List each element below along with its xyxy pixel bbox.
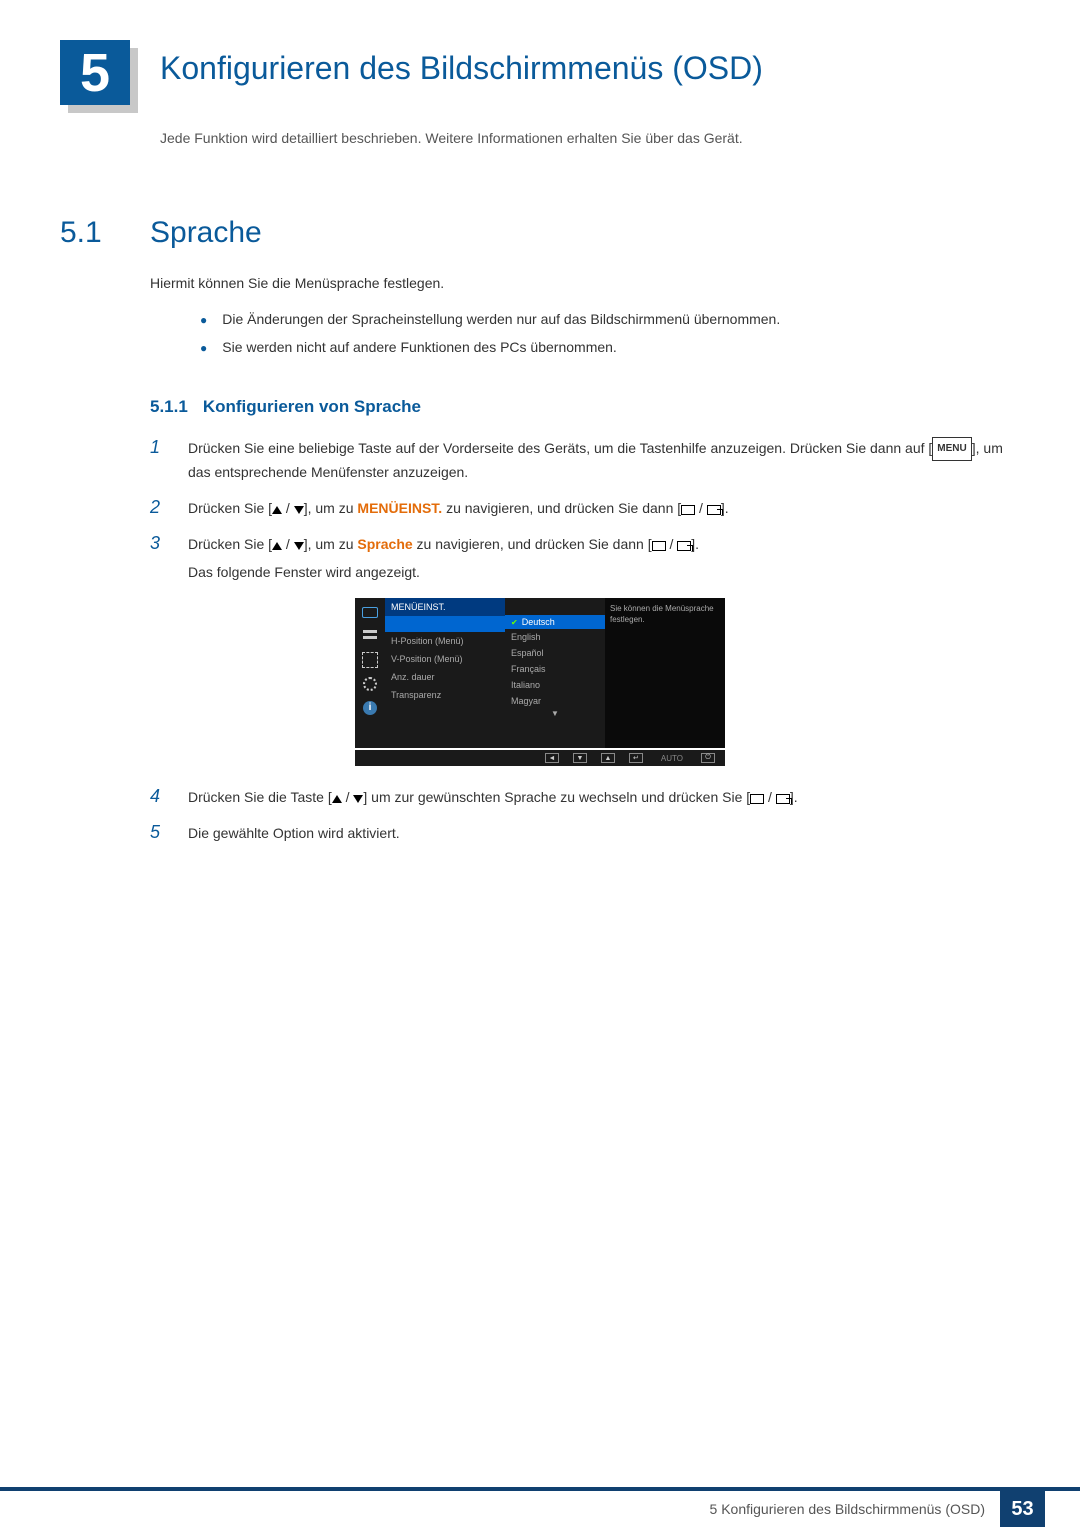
osd-menu-header: MENÜEINST. (385, 598, 505, 616)
step-3-extra: Das folgende Fenster wird angezeigt. (188, 561, 699, 583)
up-icon (272, 542, 282, 550)
osd-language-column: Deutsch English Español Français Italian… (505, 598, 605, 748)
bullet-text: Die Änderungen der Spracheinstellung wer… (222, 311, 780, 329)
section-header: 5.1 Sprache (60, 216, 1020, 250)
osd-selected-row (385, 616, 505, 632)
step-text: Drücken Sie [ / ], um zu MENÜEINST. zu n… (188, 497, 729, 519)
osd-menu-item: H-Position (Menü) (385, 632, 505, 650)
subsection-number: 5.1.1 (150, 397, 188, 417)
arrows-icon (361, 652, 379, 668)
source-icon (681, 505, 695, 515)
enter-icon (707, 505, 721, 515)
bullet-icon: ● (200, 311, 207, 329)
bullet-text: Sie werden nicht auf andere Funktionen d… (222, 339, 617, 357)
step-4: 4 Drücken Sie die Taste [ / ] um zur gew… (150, 786, 1020, 808)
down-icon (353, 795, 363, 803)
content-area: 5 Konfigurieren des Bildschirmmenüs (OSD… (0, 0, 1080, 844)
chapter-badge: 5 (60, 40, 140, 115)
enter-icon (776, 794, 790, 804)
subsection-title: Konfigurieren von Sprache (203, 397, 421, 417)
up-icon (272, 506, 282, 514)
bullet-icon: ● (200, 339, 207, 357)
bullet-item: ● Sie werden nicht auf andere Funktionen … (150, 339, 1020, 357)
manual-page: 5 Konfigurieren des Bildschirmmenüs (OSD… (0, 0, 1080, 1527)
step-2: 2 Drücken Sie [ / ], um zu MENÜEINST. zu… (150, 497, 1020, 519)
bullet-item: ● Die Änderungen der Spracheinstellung we… (150, 311, 1020, 329)
osd-menu-item: V-Position (Menü) (385, 650, 505, 668)
nav-down-icon: ▼ (573, 753, 587, 763)
step-5: 5 Die gewählte Option wird aktiviert. (150, 822, 1020, 844)
footer-text: 5 Konfigurieren des Bildschirmmenüs (OSD… (710, 1501, 1000, 1517)
down-icon (294, 506, 304, 514)
step-number: 1 (150, 437, 168, 483)
chapter-title: Konfigurieren des Bildschirmmenüs (OSD) (160, 40, 763, 87)
nav-left-icon: ◄ (545, 753, 559, 763)
step-number: 4 (150, 786, 168, 808)
page-footer: 5 Konfigurieren des Bildschirmmenüs (OSD… (0, 1487, 1080, 1527)
menu-key-icon: MENU (932, 437, 971, 461)
section-body: Hiermit können Sie die Menüsprache festl… (150, 275, 1020, 357)
info-icon: i (361, 700, 379, 716)
osd-icon-rail: i (355, 598, 385, 748)
osd-language-item: Italiano (505, 677, 605, 693)
osd-window: i MENÜEINST. H-Position (Menü) V-Positio… (355, 598, 725, 748)
bullet-list: ● Die Änderungen der Spracheinstellung we… (150, 311, 1020, 357)
osd-menu-column: MENÜEINST. H-Position (Menü) V-Position … (385, 598, 505, 748)
step-number: 5 (150, 822, 168, 844)
step-text: Drücken Sie die Taste [ / ] um zur gewün… (188, 786, 798, 808)
chapter-header: 5 Konfigurieren des Bildschirmmenüs (OSD… (60, 40, 1020, 115)
osd-selected-language: Deutsch (505, 615, 605, 629)
step-1: 1 Drücken Sie eine beliebige Taste auf d… (150, 437, 1020, 483)
power-icon: ⏻ (701, 753, 715, 763)
nav-enter-icon: ↵ (629, 753, 643, 763)
osd-language-item: Magyar (505, 693, 605, 709)
auto-label: AUTO (657, 753, 687, 763)
gear-icon (361, 676, 379, 692)
source-icon (750, 794, 764, 804)
osd-screenshot: i MENÜEINST. H-Position (Menü) V-Positio… (355, 598, 725, 766)
step-text: Drücken Sie eine beliebige Taste auf der… (188, 437, 1020, 483)
step-list: 1 Drücken Sie eine beliebige Taste auf d… (150, 437, 1020, 583)
page-number: 53 (1000, 1491, 1045, 1527)
step-3: 3 Drücken Sie [ / ], um zu Sprache zu na… (150, 533, 1020, 583)
osd-hint: Sie können die Menüsprache festlegen. (605, 598, 725, 748)
step-number: 3 (150, 533, 168, 583)
step-text: Drücken Sie [ / ], um zu Sprache zu navi… (188, 533, 699, 583)
section-intro: Hiermit können Sie die Menüsprache festl… (150, 275, 1020, 291)
step-text: Die gewählte Option wird aktiviert. (188, 822, 400, 844)
section-number: 5.1 (60, 216, 130, 250)
subsection-header: 5.1.1 Konfigurieren von Sprache (150, 397, 1020, 417)
chapter-number: 5 (60, 40, 130, 105)
up-icon (332, 795, 342, 803)
osd-menu-item: Anz. dauer (385, 668, 505, 686)
osd-language-item: English (505, 629, 605, 645)
step-number: 2 (150, 497, 168, 519)
nav-up-icon: ▲ (601, 753, 615, 763)
osd-menu-item: Transparenz (385, 686, 505, 704)
source-icon (652, 541, 666, 551)
step-list-cont: 4 Drücken Sie die Taste [ / ] um zur gew… (150, 786, 1020, 844)
highlight-menueinst: MENÜEINST. (357, 500, 442, 516)
highlight-sprache: Sprache (357, 536, 412, 552)
monitor-icon (361, 604, 379, 620)
osd-language-item: Français (505, 661, 605, 677)
enter-icon (677, 541, 691, 551)
osd-language-item: Español (505, 645, 605, 661)
section-title: Sprache (150, 216, 262, 250)
list-icon (361, 628, 379, 644)
scroll-down-icon: ▼ (505, 709, 605, 718)
chapter-intro: Jede Funktion wird detailliert beschrieb… (160, 130, 1020, 146)
down-icon (294, 542, 304, 550)
osd-button-bar: ◄ ▼ ▲ ↵ AUTO ⏻ (355, 750, 725, 766)
